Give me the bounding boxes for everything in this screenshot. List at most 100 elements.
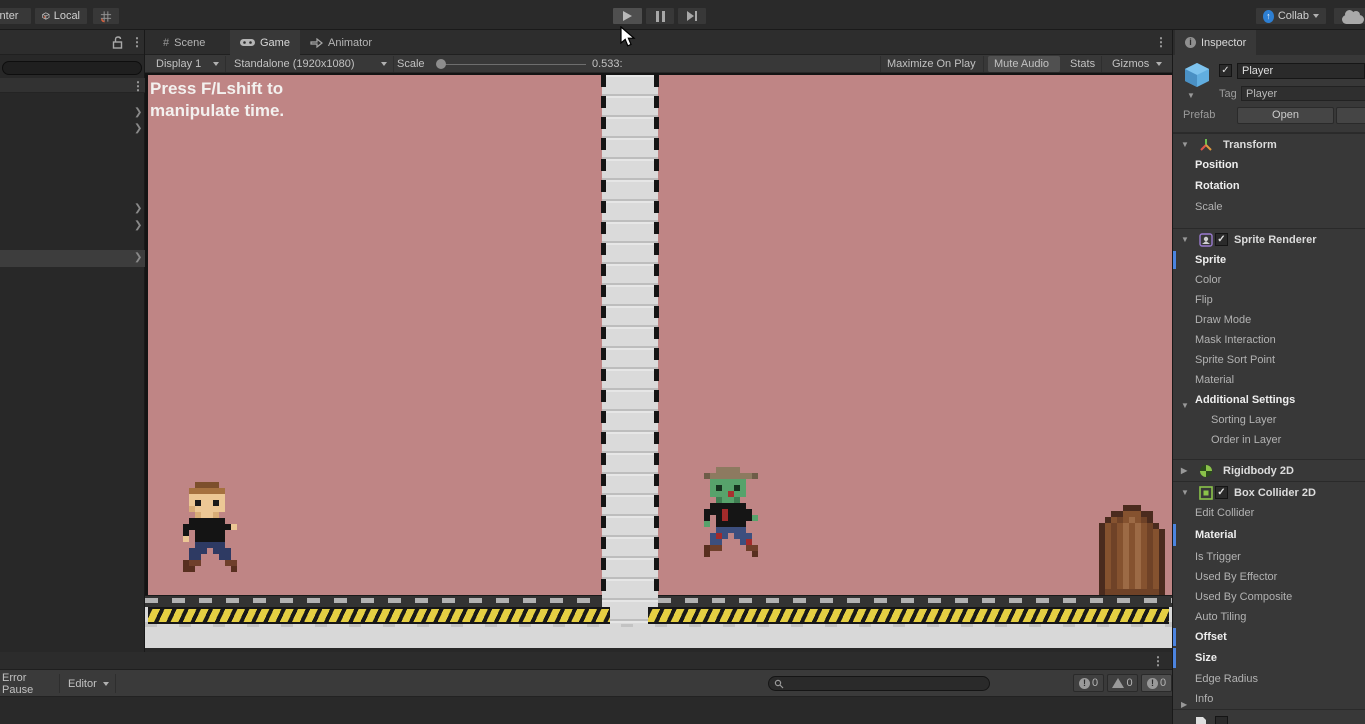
hierarchy-scene-header[interactable]: ⋮ [0, 78, 145, 93]
warning-icon [1112, 678, 1125, 688]
mouse-cursor [620, 26, 636, 47]
collab-button[interactable]: ↑ Collab [1255, 7, 1327, 25]
game-panel-menu-icon[interactable]: ⋮ [1155, 35, 1167, 49]
icon-dropdown-arrow[interactable]: ▼ [1187, 91, 1195, 100]
foldout-closed-icon[interactable]: ▶ [1181, 466, 1187, 475]
warning-log-toggle[interactable]: 0 [1107, 674, 1138, 692]
console-log-area[interactable] [0, 697, 1172, 724]
row-flip[interactable]: Flip [1173, 290, 1365, 310]
tab-game[interactable]: Game [230, 30, 300, 55]
tab-inspector[interactable]: i Inspector [1175, 30, 1257, 55]
row-additional-settings[interactable]: ▼ Additional Settings [1173, 390, 1365, 410]
expand-arrow-icon[interactable]: ❯ [134, 252, 142, 263]
row-scale[interactable]: Scale [1173, 197, 1365, 218]
main-toolbar: nter Local ↑ Collab [0, 0, 1365, 30]
door-sprite [1093, 505, 1171, 598]
grid-snap-icon [100, 10, 112, 22]
expand-arrow-icon[interactable]: ❯ [134, 203, 142, 214]
tab-scene[interactable]: # Scene [153, 30, 215, 55]
override-marker [1173, 524, 1176, 546]
scale-slider-track[interactable] [438, 64, 586, 65]
console-search-input[interactable] [768, 676, 990, 691]
component-checkbox[interactable]: ✓ [1215, 486, 1228, 499]
sprite-renderer-header[interactable]: ▼ ✓ Sprite Renderer [1173, 228, 1365, 250]
foldout-open-icon[interactable]: ▼ [1181, 140, 1189, 149]
prefab-select-button[interactable] [1336, 107, 1365, 124]
row-order-in-layer[interactable]: Order in Layer [1173, 430, 1365, 450]
boxcollider2d-icon [1199, 485, 1213, 500]
foldout-open-icon[interactable]: ▼ [1181, 235, 1189, 244]
row-position[interactable]: Position [1173, 155, 1365, 176]
display-dropdown[interactable]: Display 1 [150, 56, 226, 72]
component-checkbox[interactable]: ✓ [1215, 233, 1228, 246]
row-color[interactable]: Color [1173, 270, 1365, 290]
editor-dropdown[interactable]: Editor [62, 674, 116, 693]
row-offset[interactable]: Offset [1173, 627, 1365, 647]
lock-icon[interactable] [112, 36, 124, 49]
hierarchy-search-input[interactable] [2, 61, 142, 75]
error-pause-toggle[interactable]: Error Pause [0, 672, 60, 696]
error-log-toggle[interactable]: ! 0 [1141, 674, 1172, 692]
row-is-trigger[interactable]: Is Trigger [1173, 547, 1365, 567]
next-component-partial[interactable] [1173, 709, 1365, 724]
hierarchy-selected-row[interactable]: ❯ [0, 250, 145, 267]
resolution-dropdown[interactable]: Standalone (1920x1080) [228, 56, 394, 72]
pivot-center-button[interactable]: nter [0, 7, 32, 25]
stats-toggle[interactable]: Stats [1064, 56, 1102, 72]
hierarchy-menu-icon[interactable]: ⋮ [131, 35, 143, 49]
override-marker [1173, 628, 1176, 646]
component-checkbox[interactable] [1215, 716, 1228, 724]
row-info[interactable]: ▶ Info [1173, 689, 1365, 709]
transform-header[interactable]: ▼ Transform [1173, 133, 1365, 155]
mute-audio-toggle[interactable]: Mute Audio [988, 56, 1060, 72]
scale-slider-thumb[interactable] [436, 59, 446, 69]
expand-arrow-icon[interactable]: ❯ [134, 220, 142, 231]
active-checkbox[interactable]: ✓ [1219, 64, 1232, 77]
pivot-local-button[interactable]: Local [34, 7, 88, 25]
row-sprite[interactable]: Sprite [1173, 250, 1365, 270]
row-collider-material[interactable]: Material [1173, 523, 1365, 547]
scene-menu-icon[interactable]: ⋮ [132, 79, 144, 93]
prefab-open-button[interactable]: Open [1237, 107, 1334, 124]
scene-icon: # [163, 36, 170, 49]
tag-dropdown[interactable]: Player [1241, 86, 1365, 101]
hazard-stripe-left [148, 607, 610, 624]
row-sorting-layer[interactable]: Sorting Layer [1173, 410, 1365, 430]
row-edit-collider[interactable]: Edit Collider [1173, 503, 1365, 523]
row-sprite-sort-point[interactable]: Sprite Sort Point [1173, 350, 1365, 370]
console-panel: ⋮ Error Pause Editor ! 0 0 ! 0 [0, 652, 1172, 724]
tab-animator[interactable]: Animator [300, 30, 382, 55]
row-size[interactable]: Size [1173, 647, 1365, 669]
cloud-services-button[interactable] [1333, 7, 1365, 25]
info-log-icon: ! [1078, 677, 1090, 689]
pause-button[interactable] [645, 7, 675, 25]
row-mask-interaction[interactable]: Mask Interaction [1173, 330, 1365, 350]
console-menu-icon[interactable]: ⋮ [1152, 654, 1164, 668]
boxcollider2d-header[interactable]: ▼ ✓ Box Collider 2D [1173, 481, 1365, 503]
prefab-cube-icon[interactable] [1183, 61, 1211, 89]
row-rotation[interactable]: Rotation [1173, 176, 1365, 197]
row-auto-tiling[interactable]: Auto Tiling [1173, 607, 1365, 627]
row-draw-mode[interactable]: Draw Mode [1173, 310, 1365, 330]
hierarchy-tab-bar: ⋮ [0, 30, 144, 55]
gizmos-dropdown[interactable]: Gizmos [1106, 56, 1168, 72]
play-button[interactable] [612, 7, 643, 25]
chevron-down-icon [1156, 62, 1162, 66]
row-edge-radius[interactable]: Edge Radius [1173, 669, 1365, 689]
maximize-on-play-toggle[interactable]: Maximize On Play [880, 56, 984, 72]
game-viewport[interactable]: Press F/Lshift to manipulate time. [145, 73, 1172, 648]
row-used-by-composite[interactable]: Used By Composite [1173, 587, 1365, 607]
foldout-open-icon[interactable]: ▼ [1181, 488, 1189, 497]
row-used-by-effector[interactable]: Used By Effector [1173, 567, 1365, 587]
rigidbody2d-icon [1200, 464, 1212, 477]
override-marker [1173, 648, 1176, 668]
rigidbody2d-header[interactable]: ▶ Rigidbody 2D [1173, 459, 1365, 481]
info-log-toggle[interactable]: ! 0 [1073, 674, 1104, 692]
step-button[interactable] [677, 7, 707, 25]
expand-arrow-icon[interactable]: ❯ [134, 107, 142, 118]
name-field[interactable]: Player [1237, 63, 1365, 79]
expand-arrow-icon[interactable]: ❯ [134, 123, 142, 134]
grid-snap-button[interactable] [92, 7, 120, 25]
row-material[interactable]: Material [1173, 370, 1365, 390]
game-view-toolbar: Display 1 Standalone (1920x1080) Scale 0… [145, 55, 1172, 73]
